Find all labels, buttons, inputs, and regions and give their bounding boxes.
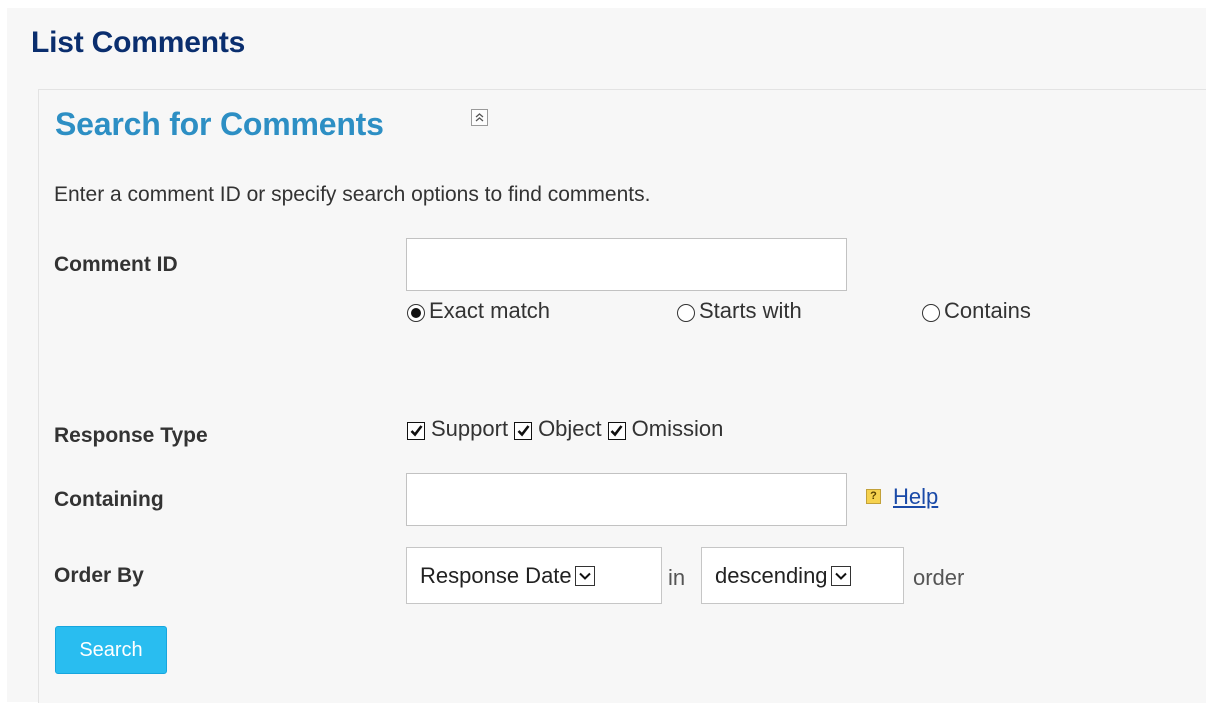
checkbox-box[interactable] bbox=[407, 421, 425, 440]
checkbox-omission-label: Omission bbox=[631, 416, 724, 441]
order-in-text: in bbox=[668, 565, 686, 590]
double-chevron-up-icon bbox=[475, 113, 484, 122]
help-link[interactable]: Help bbox=[893, 484, 938, 510]
radio-button[interactable] bbox=[677, 303, 695, 322]
intro-text: Enter a comment ID or specify search opt… bbox=[54, 183, 651, 206]
checkbox-omission[interactable]: Omission bbox=[604, 416, 724, 442]
checkbox-object-label: Object bbox=[538, 416, 602, 441]
radio-contains[interactable]: Contains bbox=[922, 298, 1031, 324]
order-suffix-text: order bbox=[913, 565, 965, 590]
order-direction-select[interactable]: descending bbox=[701, 547, 904, 604]
chevron-down-icon[interactable] bbox=[830, 565, 851, 586]
page-title: List Comments bbox=[31, 26, 246, 59]
containing-input[interactable] bbox=[406, 473, 847, 526]
checkbox-box[interactable] bbox=[607, 421, 626, 440]
radio-exact-match[interactable]: Exact match bbox=[407, 298, 550, 324]
response-type-label: Response Type bbox=[54, 424, 208, 447]
section-title: Search for Comments bbox=[55, 106, 384, 142]
checkmark-icon bbox=[517, 425, 530, 437]
order-by-field-select[interactable]: Response Date bbox=[406, 547, 662, 604]
radio-button[interactable] bbox=[922, 303, 940, 322]
order-by-label: Order By bbox=[54, 564, 144, 587]
search-button[interactable]: Search bbox=[55, 626, 167, 674]
collapse-button[interactable] bbox=[471, 109, 488, 126]
radio-button-checked[interactable] bbox=[407, 303, 425, 322]
radio-starts-with-label: Starts with bbox=[699, 298, 802, 323]
question-mark-icon[interactable]: ? bbox=[866, 489, 881, 504]
search-panel bbox=[38, 89, 1206, 703]
chevron-down-icon[interactable] bbox=[574, 565, 595, 586]
order-direction-value: descending bbox=[715, 562, 828, 588]
response-type-options: Support Object Omission bbox=[407, 416, 725, 442]
checkbox-object[interactable]: Object bbox=[510, 416, 602, 442]
checkbox-support[interactable]: Support bbox=[407, 416, 508, 442]
checkbox-support-label: Support bbox=[431, 416, 509, 441]
radio-contains-label: Contains bbox=[944, 298, 1031, 323]
checkbox-box[interactable] bbox=[514, 421, 533, 440]
comment-id-input[interactable] bbox=[406, 238, 847, 291]
comment-id-label: Comment ID bbox=[54, 253, 178, 276]
checkmark-icon bbox=[610, 425, 623, 437]
radio-exact-match-label: Exact match bbox=[429, 298, 551, 323]
containing-label: Containing bbox=[54, 488, 164, 511]
order-by-field-value: Response Date bbox=[420, 562, 572, 588]
checkmark-icon bbox=[410, 425, 423, 437]
radio-starts-with[interactable]: Starts with bbox=[677, 298, 802, 324]
